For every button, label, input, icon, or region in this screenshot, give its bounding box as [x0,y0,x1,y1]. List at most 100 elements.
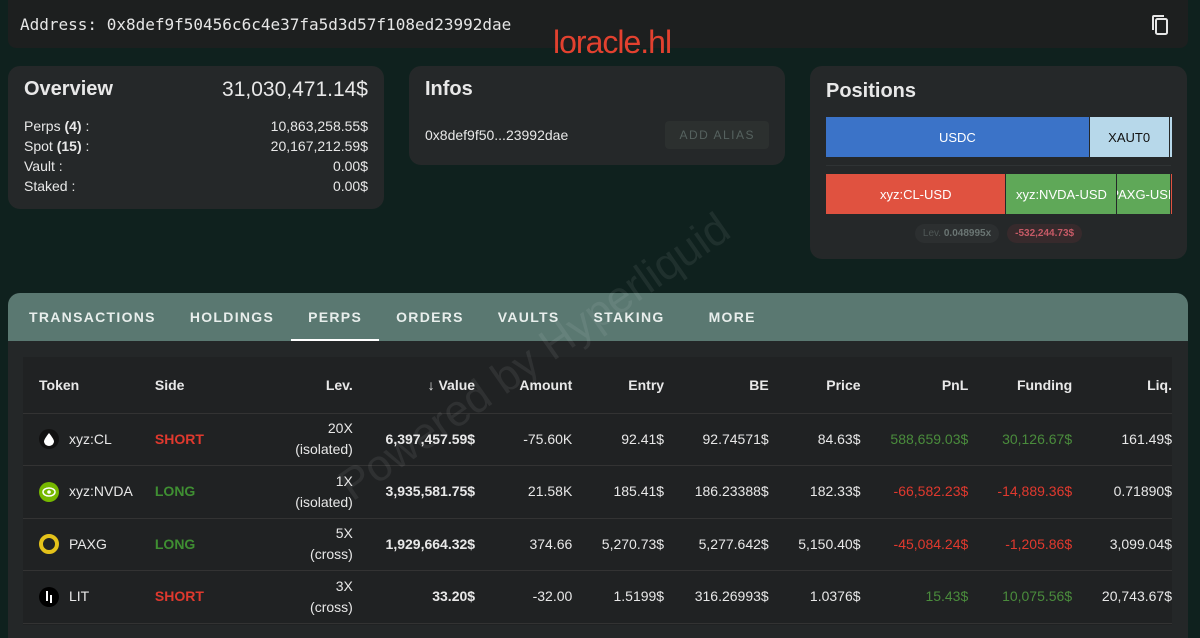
allocation-segment[interactable]: XAUT0 [1089,117,1170,157]
side-cell: LONG [144,465,227,519]
be-cell: 316.26993$ [664,570,769,624]
positions-title: Positions [826,80,917,102]
tab-vaults[interactable]: VAULTS [481,293,577,341]
value-cell: 1,929,664.32$ [352,518,476,571]
paxg-icon [39,534,59,555]
side-cell: LONG [144,518,227,571]
overview-row-value: 0.00$ [332,178,368,194]
value-cell: 3,935,581.75$ [352,465,476,519]
value-cell: 6,397,457.59$ [352,413,476,466]
be-cell: 92.74571$ [664,413,769,466]
add-alias-button[interactable]: ADD ALIAS [665,121,769,149]
oil-drop-icon [39,429,59,450]
overview-title: Overview [24,78,113,100]
pnl-cell: 588,659.03$ [860,413,969,466]
leverage-cell: 20X (isolated) [226,413,353,466]
column-header: PnL [860,357,969,414]
token-name[interactable]: LIT [69,586,89,607]
entry-cell: 1.5199$ [572,570,665,624]
short-address: 0x8def9f50...23992dae [425,127,569,143]
tab-staking[interactable]: STAKING [577,293,682,341]
infos-card: Infos 0x8def9f50...23992dae ADD ALIAS [409,66,785,165]
amount-cell: -32.00 [475,570,573,624]
column-header: BE [664,357,769,414]
tab-holdings[interactable]: HOLDINGS [173,293,291,341]
pnl-cell: -66,582.23$ [860,465,969,519]
liq-cell: 0.71890$ [1072,465,1172,519]
value-cell: 33.20$ [352,570,476,624]
overview-row: Spot (15) : 20,167,212.59$ [24,136,368,156]
allocation-segment[interactable]: PAXG-USD [1117,174,1172,214]
liq-cell: 161.49$ [1072,413,1172,466]
price-cell: 1.0376$ [768,570,861,624]
perp-allocation-bar: xyz:CL-USDxyz:NVDA-USDPAXG-USD [826,174,1173,214]
entry-cell: 92.41$ [572,413,665,466]
table-row[interactable]: PAXG LONG 5X (cross) 1,929,664.32$ 374.66 5,27… [23,518,1172,571]
leverage-cell: 3X (cross) [226,570,353,624]
leverage-cell: 1X (isolated) [226,465,353,519]
allocation-segment[interactable]: USDC [826,117,1090,157]
entry-cell: 185.41$ [572,465,665,519]
overview-row-label: Perps (4) : [24,118,90,134]
column-header: Funding [968,357,1073,414]
tab-more[interactable]: MORE [692,293,773,341]
amount-cell: 21.58K [475,465,573,519]
column-header: Entry [572,357,665,414]
column-header: Lev. [226,357,353,414]
column-header: Liq. [1072,357,1172,414]
overview-total: 31,030,471.14$ [222,78,368,101]
spot-allocation-bar: USDC XAUT0 [826,117,1173,157]
price-cell: 182.33$ [768,465,861,519]
table-row[interactable]: LIT SHORT 3X (cross) 33.20$ -32.00 1.5199$ 316.… [23,570,1172,624]
pnl-cell: 15.43$ [860,570,969,624]
tab-transactions[interactable]: TRANSACTIONS [12,293,173,341]
overview-row-value: 0.00$ [332,158,368,174]
table-row[interactable]: xyz:NVDA LONG 1X (isolated) 3,935,581.75$ 21.… [23,465,1172,519]
liq-cell: 20,743.67$ [1072,570,1172,624]
column-header[interactable]: ↓ Value [352,357,476,414]
allocation-segment-rest [1169,117,1173,157]
allocation-segment-rest [1171,174,1173,214]
allocation-segment[interactable]: xyz:CL-USD [826,174,1007,214]
lit-icon [39,586,59,607]
overview-row: Perps (4) : 10,863,258.55$ [24,116,368,136]
price-cell: 84.63$ [768,413,861,466]
funding-cell: -14,889.36$ [968,465,1073,519]
token-name[interactable]: xyz:NVDA [69,481,133,502]
copy-icon[interactable] [1150,14,1170,36]
overview-row-label: Vault : [24,158,63,174]
overview-row: Staked : 0.00$ [24,176,368,196]
overview-row: Vault : 0.00$ [24,156,368,176]
funding-cell: 30,126.67$ [968,413,1073,466]
be-cell: 186.23388$ [664,465,769,519]
side-cell: SHORT [144,413,227,466]
infos-title: Infos [425,78,473,100]
positions-card: Positions USDC XAUT0 xyz:CL-USD xyz:NVDA-U… [810,66,1187,259]
funding-cell: 10,075.56$ [968,570,1073,624]
overview-row-value: 20,167,212.59$ [270,138,368,154]
amount-cell: -75.60K [475,413,573,466]
tab-perps[interactable]: PERPS [291,293,380,341]
address-value: 0x8def9f50456c6c4e37fa5d3d57f108ed23992d… [106,14,512,34]
column-header: Token [23,357,145,414]
overview-row-label: Staked : [24,178,76,194]
allocation-segment[interactable]: xyz:NVDA-USD [1006,174,1118,214]
be-cell: 5,277.642$ [664,518,769,571]
table-row[interactable]: xyz:CL SHORT 20X (isolated) 6,397,457.59$ -75… [23,413,1172,466]
side-cell: SHORT [144,570,227,624]
tab-orders[interactable]: ORDERS [379,293,481,341]
tabs-section: TRANSACTIONS HOLDINGS PERPS ORDERS VAULTS STA… [8,293,1188,638]
overview-card: Overview 31,030,471.14$ Perps (4) : 10,863… [8,66,384,209]
column-header: Side [144,357,227,414]
address-label: Address: [20,14,98,34]
nvidia-icon [39,481,59,502]
entry-cell: 5,270.73$ [572,518,665,571]
pnl-cell: -45,084.24$ [860,518,969,571]
token-name[interactable]: xyz:CL [69,429,112,450]
overview-row-value: 10,863,258.55$ [270,118,368,134]
brand-logo: loracle.hl [553,24,672,60]
divider [826,165,1171,166]
token-name[interactable]: PAXG [69,534,107,555]
column-header: Amount [475,357,573,414]
price-cell: 5,150.40$ [768,518,861,571]
